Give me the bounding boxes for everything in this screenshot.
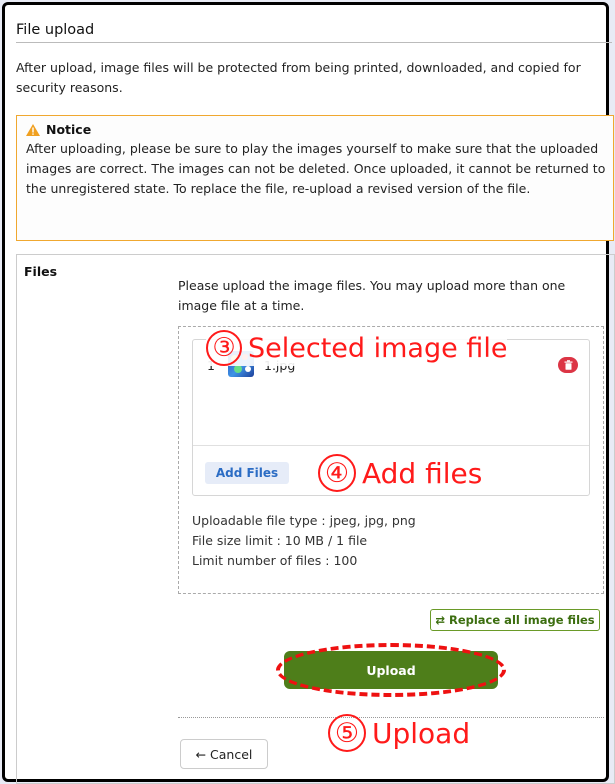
step5-text: Upload bbox=[372, 716, 471, 750]
step4-text: Add files bbox=[362, 456, 483, 490]
trash-icon bbox=[564, 360, 572, 370]
step3-number: ③ bbox=[206, 330, 242, 366]
replace-all-label: Replace all image files bbox=[448, 613, 595, 627]
step3-text: Selected image file bbox=[248, 332, 508, 364]
upload-limits: Uploadable file type : jpeg, jpg, png Fi… bbox=[192, 511, 416, 571]
page-title: File upload bbox=[16, 22, 95, 38]
file-type-info: Uploadable file type : jpeg, jpg, png bbox=[192, 513, 416, 528]
upload-highlight-ring bbox=[276, 643, 506, 697]
notice-box: Notice After uploading, please be sure t… bbox=[16, 115, 614, 241]
cancel-button[interactable]: ← Cancel bbox=[180, 739, 268, 769]
annotation-step4: ④ Add files bbox=[318, 454, 482, 492]
file-count-info: Limit number of files : 100 bbox=[192, 553, 358, 568]
page-description: After upload, image files will be protec… bbox=[16, 60, 581, 95]
step4-number: ④ bbox=[318, 454, 356, 492]
swap-arrows-icon: ⇄ bbox=[435, 613, 445, 627]
files-instructions: Please upload the image files. You may u… bbox=[178, 278, 566, 313]
notice-body: After uploading, please be sure to play … bbox=[26, 141, 606, 196]
list-divider bbox=[193, 445, 589, 446]
title-divider bbox=[16, 42, 612, 43]
warning-icon bbox=[26, 123, 40, 136]
replace-all-button[interactable]: ⇄ Replace all image files bbox=[430, 609, 600, 631]
notice-heading: Notice bbox=[46, 122, 92, 137]
delete-file-button[interactable] bbox=[558, 357, 578, 373]
annotation-step5: ⑤ Upload bbox=[328, 714, 470, 752]
files-label: Files bbox=[24, 264, 58, 279]
file-size-info: File size limit : 10 MB / 1 file bbox=[192, 533, 368, 548]
add-files-button[interactable]: Add Files bbox=[205, 462, 289, 484]
annotation-step3: ③ Selected image file bbox=[206, 330, 508, 366]
step5-number: ⑤ bbox=[328, 714, 366, 752]
notice-header: Notice bbox=[26, 122, 607, 137]
